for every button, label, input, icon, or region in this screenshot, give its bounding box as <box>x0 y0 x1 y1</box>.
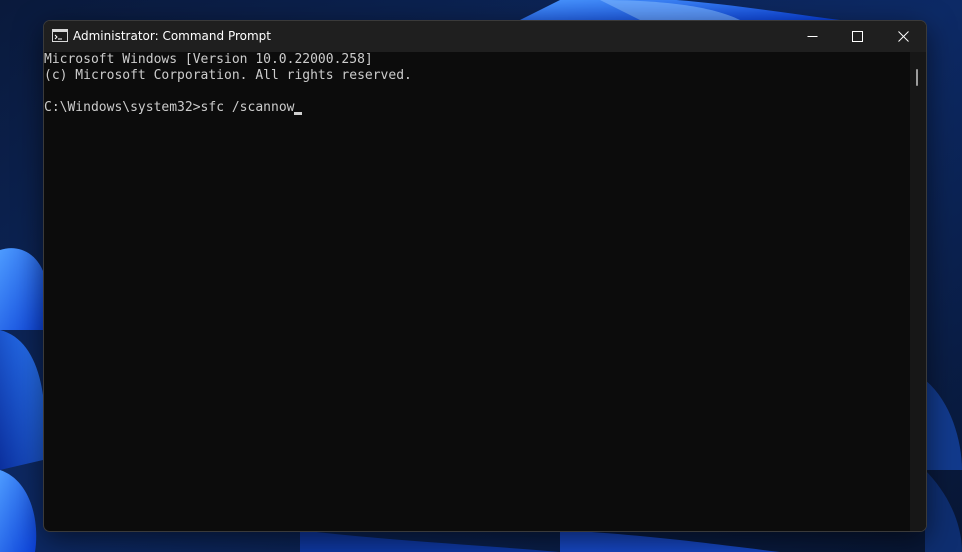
terminal-output[interactable]: Microsoft Windows [Version 10.0.22000.25… <box>44 52 910 531</box>
scrollbar-thumb[interactable] <box>916 69 918 86</box>
close-icon <box>897 31 909 42</box>
copyright-line: (c) Microsoft Corporation. All rights re… <box>44 68 412 83</box>
close-button[interactable] <box>880 21 926 52</box>
prompt-path: C:\Windows\system32> <box>44 100 201 115</box>
window-title: Administrator: Command Prompt <box>73 29 271 43</box>
title-bar[interactable]: Administrator: Command Prompt <box>44 21 926 52</box>
text-cursor <box>294 112 303 115</box>
vertical-scrollbar[interactable] <box>910 52 926 531</box>
maximize-icon <box>851 31 863 42</box>
command-input[interactable]: sfc /scannow <box>201 100 295 115</box>
maximize-button[interactable] <box>834 21 880 52</box>
command-prompt-window[interactable]: Administrator: Command Prompt Microsoft … <box>43 20 927 532</box>
command-prompt-icon <box>52 29 68 42</box>
version-line: Microsoft Windows [Version 10.0.22000.25… <box>44 52 373 67</box>
minimize-button[interactable] <box>789 21 835 52</box>
minimize-icon <box>807 36 817 37</box>
command-line[interactable]: C:\Windows\system32>sfc /scannow <box>44 100 303 116</box>
